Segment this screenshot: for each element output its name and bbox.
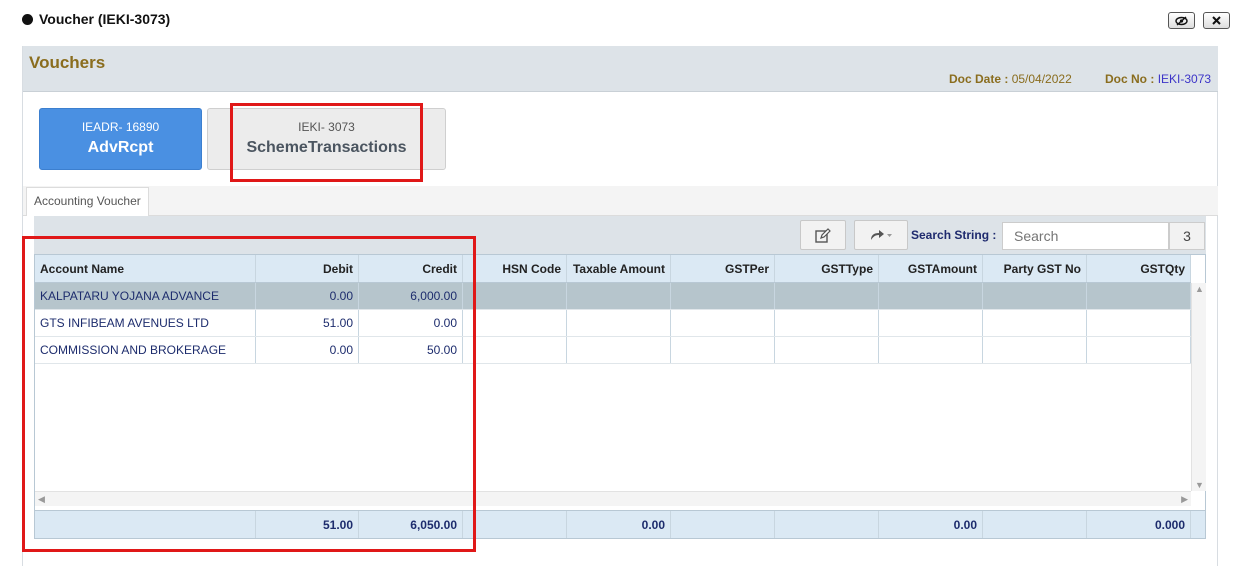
total-gst-qty: 0.000: [1087, 511, 1191, 538]
party-gst-no-cell: [983, 283, 1087, 309]
search-label: Search String :: [911, 228, 997, 242]
column-header[interactable]: Account Name: [35, 255, 256, 282]
column-header[interactable]: GSTQty: [1087, 255, 1191, 282]
table-row[interactable]: GTS INFIBEAM AVENUES LTD 51.00 0.00: [35, 310, 1191, 337]
total-gst-amount: 0.00: [879, 511, 983, 538]
column-header[interactable]: GSTPer: [671, 255, 775, 282]
table-header: Account Name Debit Credit HSN Code Taxab…: [35, 255, 1191, 283]
footer-blank-cell: [983, 511, 1087, 538]
gst-qty-cell: [1087, 337, 1191, 363]
column-header[interactable]: GSTType: [775, 255, 879, 282]
voucher-grid: Search String : 3 Account Name Debit Cre…: [34, 216, 1206, 539]
eye-slash-icon: [1175, 15, 1188, 26]
grid-toolbar: Search String : 3: [34, 216, 1206, 254]
hsn-code-cell: [463, 283, 567, 309]
doc-date: Doc Date : 05/04/2022: [949, 72, 1072, 86]
column-header[interactable]: GSTAmount: [879, 255, 983, 282]
total-credit: 6,050.00: [359, 511, 463, 538]
credit-cell: 0.00: [359, 310, 463, 336]
hsn-code-cell: [463, 310, 567, 336]
accounts-table: Account Name Debit Credit HSN Code Taxab…: [34, 254, 1206, 539]
search-count-badge: 3: [1169, 222, 1205, 250]
column-header[interactable]: HSN Code: [463, 255, 567, 282]
vertical-scrollbar[interactable]: ▲ ▼: [1191, 283, 1206, 491]
search-input[interactable]: [1002, 222, 1169, 250]
account-name-cell: COMMISSION AND BROKERAGE: [35, 337, 256, 363]
table-row[interactable]: KALPATARU YOJANA ADVANCE 0.00 6,000.00: [35, 283, 1191, 310]
doc-no-label: Doc No :: [1105, 72, 1155, 86]
gst-qty-cell: [1087, 283, 1191, 309]
gst-qty-cell: [1087, 310, 1191, 336]
horizontal-scrollbar[interactable]: ◀ ▶: [35, 491, 1191, 506]
window-title: Voucher (IEKI-3073): [22, 11, 170, 27]
close-icon: [1212, 16, 1221, 25]
window-titlebar: Voucher (IEKI-3073): [0, 0, 1248, 40]
gst-amount-cell: [879, 310, 983, 336]
table-footer-totals: 51.00 6,050.00 0.00 0.00 0.000: [35, 510, 1205, 538]
column-header[interactable]: Taxable Amount: [567, 255, 671, 282]
table-row[interactable]: COMMISSION AND BROKERAGE 0.00 50.00: [35, 337, 1191, 364]
vouchers-panel: Vouchers Doc Date : 05/04/2022 Doc No : …: [22, 46, 1218, 566]
debit-cell: 51.00: [256, 310, 359, 336]
gst-per-cell: [671, 310, 775, 336]
tabs-bar: Accounting Voucher: [23, 186, 1218, 216]
footer-blank-cell: [35, 511, 256, 538]
gst-per-cell: [671, 283, 775, 309]
account-name-cell: GTS INFIBEAM AVENUES LTD: [35, 310, 256, 336]
footer-blank-cell: [463, 511, 567, 538]
tile-number: IEKI- 3073: [298, 120, 355, 134]
gst-type-cell: [775, 337, 879, 363]
credit-cell: 6,000.00: [359, 283, 463, 309]
doc-no-value: IEKI-3073: [1157, 72, 1212, 86]
party-gst-no-cell: [983, 337, 1087, 363]
chevron-down-icon: [887, 234, 892, 237]
debit-cell: 0.00: [256, 283, 359, 309]
close-window-button[interactable]: [1203, 12, 1230, 29]
taxable-amount-cell: [567, 310, 671, 336]
edit-icon: [815, 227, 831, 243]
voucher-tile-schemetransactions[interactable]: IEKI- 3073 SchemeTransactions: [207, 108, 446, 170]
gst-type-cell: [775, 310, 879, 336]
total-debit: 51.00: [256, 511, 359, 538]
doc-date-label: Doc Date :: [949, 72, 1009, 86]
panel-title: Vouchers: [29, 53, 106, 72]
share-icon: [871, 230, 892, 240]
debit-cell: 0.00: [256, 337, 359, 363]
taxable-amount-cell: [567, 283, 671, 309]
hsn-code-cell: [463, 337, 567, 363]
doc-number: Doc No : IEKI-3073: [1105, 72, 1211, 86]
column-header[interactable]: Party GST No: [983, 255, 1087, 282]
scroll-left-icon[interactable]: ◀: [38, 494, 45, 505]
tile-type: AdvRcpt: [87, 139, 154, 156]
voucher-tile-advrcpt[interactable]: IEADR- 16890 AdvRcpt: [39, 108, 202, 170]
scroll-up-icon[interactable]: ▲: [1195, 284, 1204, 294]
column-header[interactable]: Debit: [256, 255, 359, 282]
bullet-icon: [22, 13, 33, 25]
tile-type: SchemeTransactions: [246, 139, 407, 156]
credit-cell: 50.00: [359, 337, 463, 363]
tile-number: IEADR- 16890: [81, 120, 160, 134]
doc-date-value: 05/04/2022: [1011, 72, 1072, 86]
column-header[interactable]: Credit: [359, 255, 463, 282]
gst-amount-cell: [879, 283, 983, 309]
share-dropdown-button[interactable]: [854, 220, 908, 250]
toggle-visibility-button[interactable]: [1168, 12, 1195, 29]
footer-blank-cell: [671, 511, 775, 538]
window-title-text: Voucher (IEKI-3073): [39, 11, 171, 27]
account-name-cell: KALPATARU YOJANA ADVANCE: [35, 283, 256, 309]
scroll-right-icon[interactable]: ▶: [1181, 494, 1188, 505]
party-gst-no-cell: [983, 310, 1087, 336]
gst-per-cell: [671, 337, 775, 363]
footer-blank-cell: [775, 511, 879, 538]
tab-accounting-voucher[interactable]: Accounting Voucher: [26, 187, 149, 216]
scroll-down-icon[interactable]: ▼: [1195, 480, 1204, 490]
gst-type-cell: [775, 283, 879, 309]
gst-amount-cell: [879, 337, 983, 363]
panel-header: Vouchers Doc Date : 05/04/2022 Doc No : …: [23, 46, 1218, 92]
total-taxable-amount: 0.00: [567, 511, 671, 538]
taxable-amount-cell: [567, 337, 671, 363]
edit-button[interactable]: [800, 220, 846, 250]
